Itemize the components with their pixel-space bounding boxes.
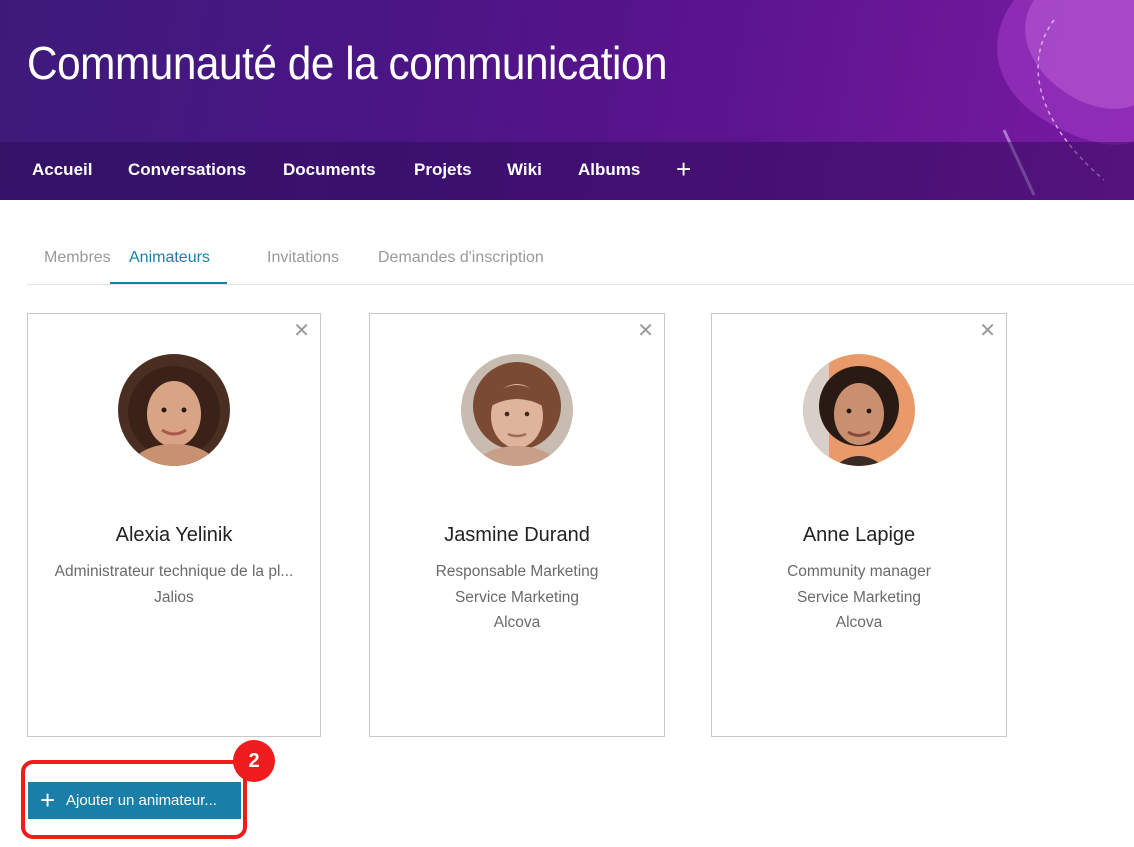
nav-item-projets[interactable]: Projets <box>414 142 472 200</box>
animator-job-title: Community manager <box>787 563 931 580</box>
annotation-highlight-frame <box>21 760 247 839</box>
animator-job-title: Administrateur technique de la pl... <box>54 563 294 580</box>
animator-department: Service Marketing <box>796 589 922 606</box>
animator-name[interactable]: Jasmine Durand <box>370 524 664 547</box>
animator-card: ✕ Alexia Yelinik Administrateur techniqu… <box>27 313 321 737</box>
animator-name[interactable]: Alexia Yelinik <box>28 524 320 547</box>
nav-item-conversations[interactable]: Conversations <box>128 142 246 200</box>
page: Communauté de la communication Accueil C… <box>0 0 1134 847</box>
community-title: Communauté de la communication <box>27 37 668 89</box>
animator-name[interactable]: Anne Lapige <box>712 524 1006 547</box>
avatar[interactable] <box>461 354 573 466</box>
remove-close-icon[interactable]: ✕ <box>637 320 654 342</box>
tab-membres[interactable]: Membres <box>44 236 111 282</box>
animator-job-title: Responsable Marketing <box>435 563 599 580</box>
animator-organization: Jalios <box>154 589 194 606</box>
nav-item-albums[interactable]: Albums <box>578 142 640 200</box>
nav-item-documents[interactable]: Documents <box>283 142 376 200</box>
animator-organization: Alcova <box>493 614 541 631</box>
annotation-step-badge: 2 <box>233 740 275 782</box>
tab-demandes-inscription[interactable]: Demandes d'inscription <box>378 236 544 282</box>
members-tabs: Membres Animateurs Invitations Demandes … <box>27 236 1134 285</box>
animator-card: ✕ Anne Lapige Community manager Service … <box>711 313 1007 737</box>
community-banner: Communauté de la communication Accueil C… <box>0 0 1134 200</box>
avatar[interactable] <box>803 354 915 466</box>
animator-department: Service Marketing <box>454 589 580 606</box>
nav-item-accueil[interactable]: Accueil <box>32 142 92 200</box>
remove-close-icon[interactable]: ✕ <box>979 320 996 342</box>
community-nav: Accueil Conversations Documents Projets … <box>0 142 1134 200</box>
animator-organization: Alcova <box>835 614 883 631</box>
remove-close-icon[interactable]: ✕ <box>293 320 310 342</box>
nav-add-plus-icon[interactable]: + <box>676 142 691 200</box>
nav-item-wiki[interactable]: Wiki <box>507 142 542 200</box>
avatar[interactable] <box>118 354 230 466</box>
avatar-image <box>803 354 915 466</box>
tab-animateurs[interactable]: Animateurs <box>110 236 227 284</box>
avatar-image <box>461 354 573 466</box>
tab-invitations[interactable]: Invitations <box>267 236 339 282</box>
animator-card: ✕ Jasmine Durand Responsable Marketing S… <box>369 313 665 737</box>
avatar-image <box>118 354 230 466</box>
